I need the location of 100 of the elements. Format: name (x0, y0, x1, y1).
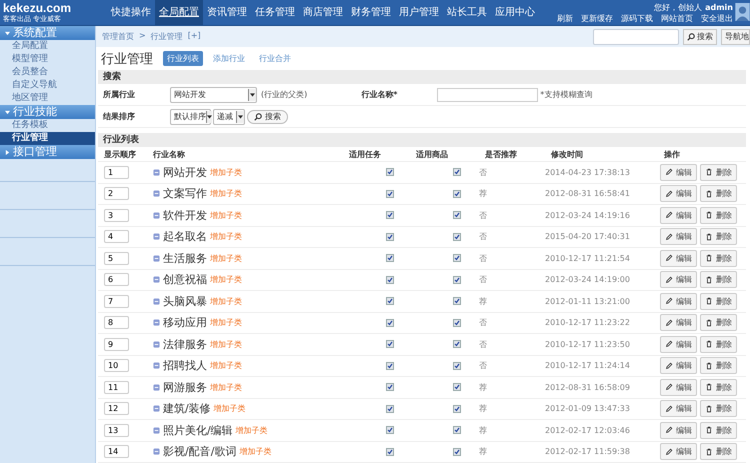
checkbox[interactable] (386, 340, 394, 348)
collapse-icon[interactable] (153, 362, 160, 370)
edit-button[interactable]: 编辑 (660, 250, 697, 267)
order-input-field[interactable]: 11 (104, 380, 129, 394)
checkbox[interactable] (453, 383, 461, 392)
site-map-button[interactable]: 导航地 (721, 28, 750, 44)
collapse-icon[interactable] (153, 212, 160, 219)
edit-button[interactable]: 编辑 (660, 378, 697, 396)
checkbox[interactable] (453, 254, 461, 262)
order-input-field[interactable]: 12 (104, 402, 129, 416)
header-link[interactable]: 源码下载 (621, 14, 653, 22)
collapse-icon[interactable] (153, 319, 160, 326)
nav-tab[interactable]: 应用中心 (491, 0, 539, 25)
checkbox[interactable] (386, 232, 394, 241)
sidebar-item[interactable]: 模型管理 (0, 53, 95, 66)
checkbox[interactable] (453, 362, 461, 370)
nav-tab[interactable]: 全局配置 (155, 0, 203, 25)
checkbox[interactable] (386, 404, 394, 413)
nav-tab[interactable]: 任务管理 (251, 0, 299, 25)
order-input-field[interactable]: 9 (104, 338, 129, 351)
breadcrumb-link[interactable]: 行业管理 (150, 31, 183, 42)
page-tab[interactable]: 行业列表 (163, 51, 203, 66)
delete-button[interactable]: 删除 (700, 292, 737, 310)
order-input-field[interactable]: 14 (104, 445, 129, 458)
checkbox[interactable] (453, 340, 461, 348)
checkbox[interactable] (453, 448, 461, 456)
delete-button[interactable]: 删除 (700, 164, 737, 181)
checkbox[interactable] (386, 383, 394, 392)
order-input-field[interactable]: 10 (104, 359, 129, 372)
order-input-field[interactable]: 13 (104, 424, 129, 437)
checkbox[interactable] (386, 190, 394, 198)
delete-button[interactable]: 删除 (700, 206, 737, 224)
delete-button[interactable]: 删除 (700, 422, 737, 439)
checkbox[interactable] (453, 211, 461, 220)
order-input-field[interactable]: 5 (104, 252, 129, 265)
checkbox[interactable] (386, 297, 394, 306)
order-input-field[interactable]: 3 (104, 208, 129, 222)
industry-select[interactable]: 网站开发 (170, 86, 257, 102)
collapse-icon[interactable] (153, 190, 160, 198)
collapse-icon[interactable] (153, 448, 160, 456)
order-input-field[interactable]: 7 (104, 294, 129, 308)
edit-button[interactable]: 编辑 (660, 400, 697, 418)
collapse-icon[interactable] (153, 384, 160, 391)
edit-button[interactable]: 编辑 (660, 443, 697, 460)
header-link[interactable]: 更新缓存 (581, 14, 613, 22)
delete-button[interactable]: 删除 (700, 357, 737, 374)
collapse-icon[interactable] (153, 405, 160, 412)
sort-select[interactable]: 默认排序 (170, 108, 211, 124)
edit-button[interactable]: 编辑 (660, 422, 697, 439)
header-link[interactable]: 网站首页 (661, 14, 693, 22)
checkbox[interactable] (453, 297, 461, 306)
name-input-field[interactable] (437, 88, 538, 102)
order-input-field[interactable]: 4 (104, 230, 129, 244)
delete-button[interactable]: 删除 (700, 400, 737, 418)
order-select[interactable]: 递减 (213, 108, 245, 124)
nav-tab[interactable]: 站长工具 (443, 0, 491, 25)
edit-button[interactable]: 编辑 (660, 314, 697, 332)
delete-button[interactable]: 删除 (700, 378, 737, 396)
collapse-icon[interactable] (153, 426, 160, 434)
delete-button[interactable]: 删除 (700, 314, 737, 332)
order-input-field[interactable]: 6 (104, 273, 129, 286)
checkbox[interactable] (386, 318, 394, 327)
collapse-icon[interactable] (153, 233, 160, 240)
order-input-field[interactable]: 2 (104, 187, 129, 200)
checkbox[interactable] (453, 404, 461, 413)
collapse-icon[interactable] (153, 276, 160, 284)
collapse-icon[interactable] (153, 298, 160, 305)
edit-button[interactable]: 编辑 (660, 336, 697, 353)
sidebar-item[interactable]: 任务模板 (0, 119, 95, 132)
order-input-field[interactable]: 1 (104, 166, 129, 179)
checkbox[interactable] (453, 276, 461, 284)
checkbox[interactable] (453, 426, 461, 434)
sidebar-item[interactable]: 会员整合 (0, 66, 95, 79)
breadcrumb-link[interactable]: 管理首页 (102, 31, 134, 42)
search-field[interactable] (593, 28, 679, 44)
nav-tab[interactable]: 快捷操作 (107, 0, 155, 25)
checkbox[interactable] (386, 276, 394, 284)
collapse-icon[interactable] (153, 340, 160, 348)
checkbox[interactable] (386, 211, 394, 220)
checkbox[interactable] (386, 168, 394, 176)
checkbox[interactable] (453, 190, 461, 198)
checkbox[interactable] (453, 232, 461, 241)
edit-button[interactable]: 编辑 (660, 292, 697, 310)
add-shortcut-link[interactable]: [+] (188, 31, 201, 42)
delete-button[interactable]: 删除 (700, 185, 737, 202)
search-button[interactable]: 搜索 (683, 28, 717, 44)
delete-button[interactable]: 删除 (700, 336, 737, 353)
checkbox[interactable] (453, 168, 461, 176)
nav-tab[interactable]: 资讯管理 (203, 0, 251, 25)
page-tab[interactable]: 添加行业 (209, 51, 249, 66)
collapse-icon[interactable] (153, 168, 160, 176)
edit-button[interactable]: 编辑 (660, 164, 697, 181)
checkbox[interactable] (386, 362, 394, 370)
order-input-field[interactable]: 8 (104, 316, 129, 330)
delete-button[interactable]: 删除 (700, 228, 737, 246)
checkbox[interactable] (453, 318, 461, 327)
sidebar-item[interactable]: 行业管理 (0, 132, 95, 145)
sidebar-item[interactable]: 全局配置 (0, 40, 95, 53)
edit-button[interactable]: 编辑 (660, 228, 697, 246)
sidebar-item[interactable]: 地区管理 (0, 92, 95, 105)
